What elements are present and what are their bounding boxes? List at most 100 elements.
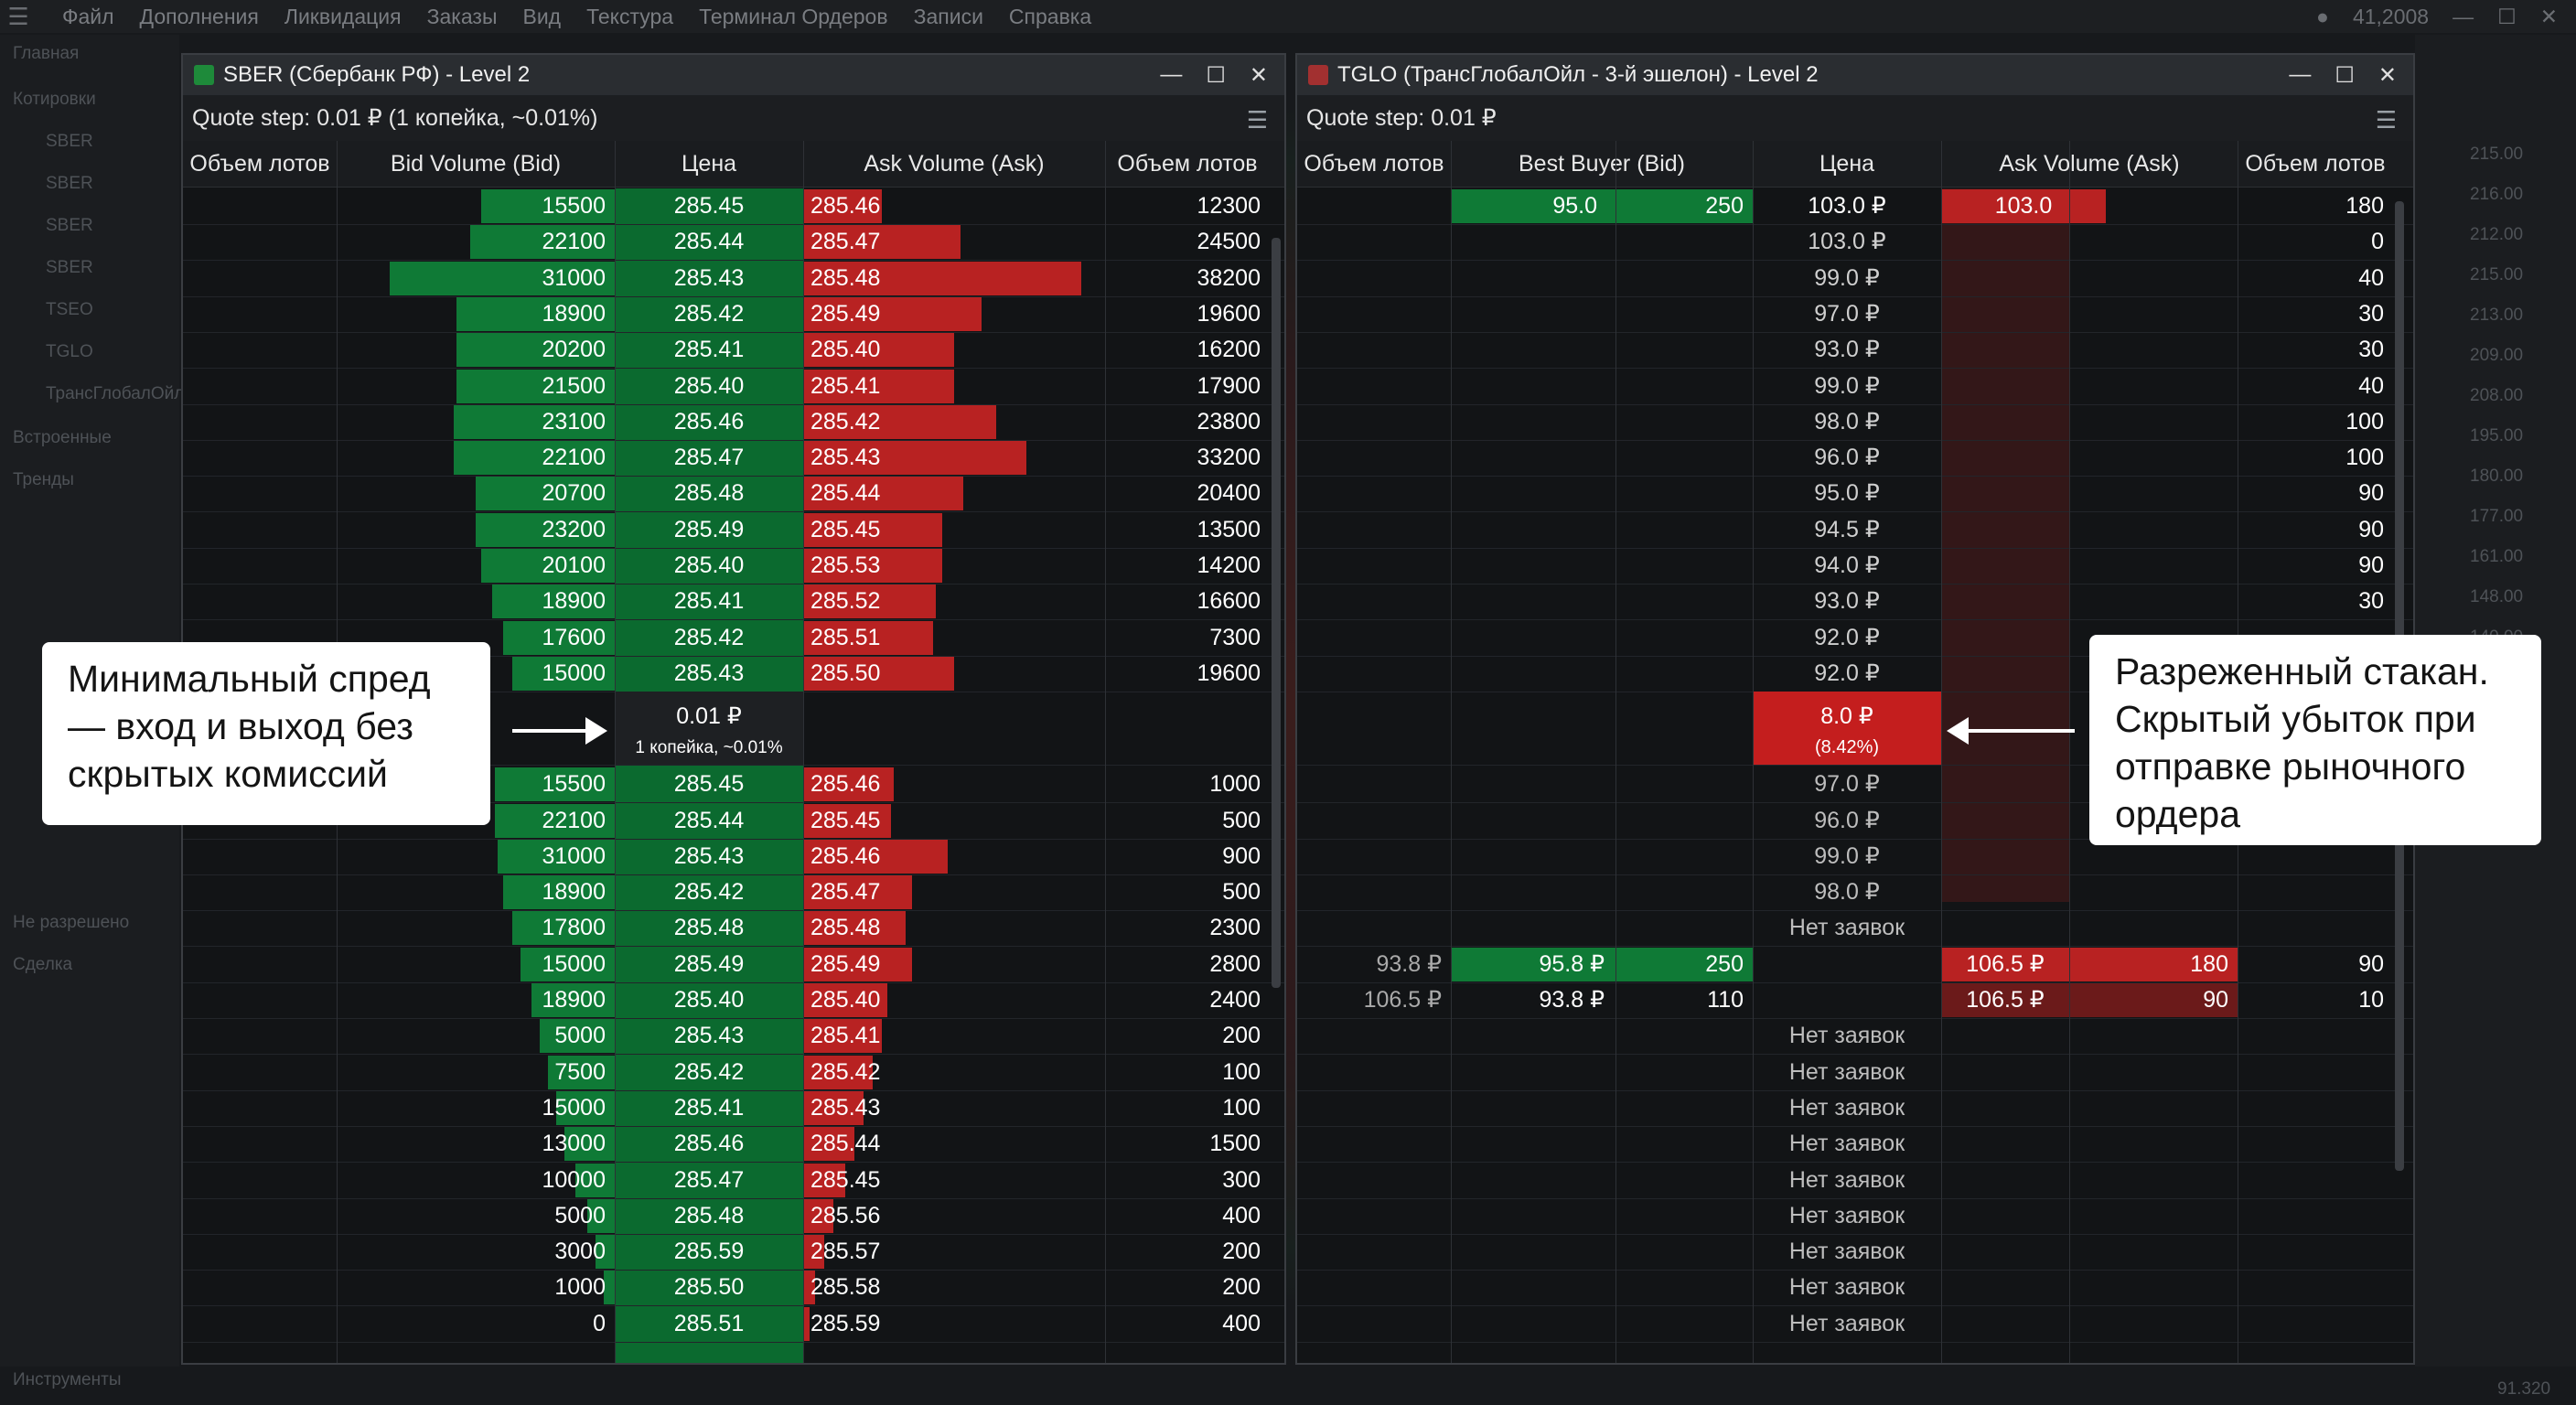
table-row[interactable]: 18900 285.41 285.52 16600 xyxy=(183,584,1284,621)
table-row[interactable]: Нет заявок xyxy=(1297,1163,2413,1199)
col-header[interactable]: Объем лотов xyxy=(183,141,337,187)
table-row[interactable]: 18900 285.42 285.47 500 xyxy=(183,874,1284,912)
table-row[interactable]: 23100 285.46 285.42 23800 xyxy=(183,404,1284,441)
window-titlebar[interactable]: TGLO (ТрансГлобалОйл - 3-й эшелон) - Lev… xyxy=(1297,55,2413,95)
menu-item-file[interactable]: Файл xyxy=(62,5,114,29)
table-row[interactable]: 95.0 250 103.0 ₽ 103.0 180 xyxy=(1297,188,2413,225)
col-header[interactable]: Объем лотов xyxy=(1297,141,1451,187)
minimize-icon[interactable]: — xyxy=(1160,62,1182,89)
window-minimize-icon[interactable]: — xyxy=(2453,5,2474,29)
hamburger-menu-icon[interactable]: ☰ xyxy=(0,3,37,31)
sidebar-item[interactable]: SBER xyxy=(46,216,93,236)
account-icon[interactable]: ● xyxy=(2316,5,2329,29)
scrollbar[interactable] xyxy=(1272,238,1281,988)
menu-item-addons[interactable]: Дополнения xyxy=(140,5,259,29)
table-row[interactable]: 93.0 ₽ 30 xyxy=(1297,584,2413,621)
col-header[interactable]: Цена xyxy=(1753,141,1941,187)
menu-item-order-terminal[interactable]: Терминал Ордеров xyxy=(699,5,887,29)
sidebar-item[interactable]: Главная xyxy=(13,44,79,64)
table-row[interactable]: 18900 285.42 285.49 19600 xyxy=(183,296,1284,333)
sidebar-tab[interactable]: Встроенные xyxy=(13,428,112,448)
menu-item-view[interactable]: Вид xyxy=(522,5,561,29)
table-row[interactable]: Нет заявок xyxy=(1297,1270,2413,1307)
table-row[interactable]: 20200 285.41 285.40 16200 xyxy=(183,332,1284,370)
table-row[interactable]: 5000 285.43 285.41 200 xyxy=(183,1018,1284,1056)
table-row[interactable]: Нет заявок xyxy=(1297,1234,2413,1271)
list-menu-icon[interactable]: ☰ xyxy=(2376,106,2397,134)
table-row[interactable]: 99.0 ₽ 40 xyxy=(1297,369,2413,405)
menu-item-liquidation[interactable]: Ликвидация xyxy=(284,5,402,29)
table-row[interactable]: 31000 285.43 285.46 900 xyxy=(183,839,1284,875)
menu-item-orders[interactable]: Заказы xyxy=(427,5,498,29)
table-row[interactable]: Нет заявок xyxy=(1297,1126,2413,1164)
table-row[interactable]: 31000 285.43 285.48 38200 xyxy=(183,261,1284,297)
col-header[interactable]: Best Buyer (Bid) xyxy=(1451,141,1753,187)
table-row[interactable]: 103.0 ₽ 0 xyxy=(1297,224,2413,262)
menu-item-help[interactable]: Справка xyxy=(1009,5,1091,29)
maximize-icon[interactable]: ☐ xyxy=(2334,62,2355,89)
table-row[interactable]: Нет заявок xyxy=(1297,1198,2413,1235)
table-row[interactable]: 17800 285.48 285.48 2300 xyxy=(183,910,1284,948)
table-row[interactable]: Нет заявок xyxy=(1297,1018,2413,1056)
close-icon[interactable]: ✕ xyxy=(1250,62,1268,89)
table-row[interactable]: 1000 285.50 285.58 200 xyxy=(183,1270,1284,1307)
sidebar-item[interactable]: TGLO xyxy=(46,342,93,362)
table-row[interactable]: 15000 285.41 285.43 100 xyxy=(183,1090,1284,1127)
table-row[interactable]: 23200 285.49 285.45 13500 xyxy=(183,512,1284,549)
sidebar-bottom-item[interactable]: Не разрешено xyxy=(13,913,129,933)
maximize-icon[interactable]: ☐ xyxy=(1206,62,1226,89)
table-row[interactable]: 18900 285.40 285.40 2400 xyxy=(183,982,1284,1019)
sidebar-bottom-item[interactable]: Инструменты xyxy=(13,1370,121,1390)
table-row[interactable]: 0 285.51 285.59 400 xyxy=(183,1306,1284,1343)
table-row[interactable]: 3000 285.59 285.57 200 xyxy=(183,1234,1284,1271)
col-header[interactable]: Объем лотов xyxy=(2238,141,2393,187)
table-row[interactable]: 20100 285.40 285.53 14200 xyxy=(183,548,1284,585)
table-row[interactable]: Нет заявок xyxy=(1297,1306,2413,1343)
table-row[interactable]: 94.0 ₽ 90 xyxy=(1297,548,2413,585)
table-row[interactable]: 20700 285.48 285.44 20400 xyxy=(183,476,1284,513)
table-row[interactable]: 97.0 ₽ 30 xyxy=(1297,296,2413,333)
table-row[interactable]: 10000 285.47 285.45 300 xyxy=(183,1163,1284,1199)
table-row[interactable]: 93.8 ₽ 95.8 ₽ 250 106.5 ₽ 180 90 xyxy=(1297,947,2413,983)
table-row[interactable]: Нет заявок xyxy=(1297,1090,2413,1127)
sidebar-item[interactable]: Котировки xyxy=(13,90,96,110)
sidebar-item[interactable]: TSEO xyxy=(46,300,93,320)
window-close-icon[interactable]: ✕ xyxy=(2540,5,2558,29)
table-row[interactable]: 99.0 ₽ 40 xyxy=(1297,261,2413,297)
table-row[interactable]: 13000 285.46 285.44 1500 xyxy=(183,1126,1284,1164)
col-header[interactable]: Bid Volume (Bid) xyxy=(337,141,615,187)
col-header[interactable]: Ask Volume (Ask) xyxy=(1941,141,2238,187)
col-header[interactable]: Объем лотов xyxy=(1105,141,1270,187)
table-row[interactable]: 21500 285.40 285.41 17900 xyxy=(183,369,1284,405)
table-row[interactable]: 7500 285.42 285.42 100 xyxy=(183,1055,1284,1091)
col-header[interactable]: Ask Volume (Ask) xyxy=(803,141,1105,187)
table-row[interactable]: 22100 285.44 285.47 24500 xyxy=(183,224,1284,262)
table-row[interactable]: 98.0 ₽ xyxy=(1297,874,2413,912)
sidebar-item[interactable]: SBER xyxy=(46,258,93,278)
col-header[interactable]: Цена xyxy=(615,141,803,187)
minimize-icon[interactable]: — xyxy=(2289,62,2311,89)
table-row[interactable]: 22100 285.47 285.43 33200 xyxy=(183,440,1284,477)
table-row[interactable]: 94.5 ₽ 90 xyxy=(1297,512,2413,549)
table-row[interactable]: Нет заявок xyxy=(1297,910,2413,948)
sidebar-item[interactable]: ТрансГлобалОйл xyxy=(46,384,184,404)
menu-item-records[interactable]: Записи xyxy=(914,5,983,29)
table-row[interactable]: Нет заявок xyxy=(1297,1055,2413,1091)
menu-item-texture[interactable]: Текстура xyxy=(586,5,673,29)
sidebar-item[interactable]: SBER xyxy=(46,174,93,194)
table-row[interactable]: 5000 285.48 285.56 400 xyxy=(183,1198,1284,1235)
table-row[interactable]: 93.0 ₽ 30 xyxy=(1297,332,2413,370)
table-row[interactable]: 96.0 ₽ 100 xyxy=(1297,440,2413,477)
sidebar-bottom-item[interactable]: Сделка xyxy=(13,955,72,975)
window-titlebar[interactable]: SBER (Сбербанк РФ) - Level 2 — ☐ ✕ xyxy=(183,55,1284,95)
list-menu-icon[interactable]: ☰ xyxy=(1247,106,1268,134)
table-row[interactable]: 15000 285.49 285.49 2800 xyxy=(183,947,1284,983)
sidebar-item[interactable]: SBER xyxy=(46,132,93,152)
sidebar-tab[interactable]: Тренды xyxy=(13,470,74,490)
table-row[interactable]: 95.0 ₽ 90 xyxy=(1297,476,2413,513)
table-row[interactable]: 15500 285.45 285.46 12300 xyxy=(183,188,1284,225)
table-row[interactable]: 98.0 ₽ 100 xyxy=(1297,404,2413,441)
table-row[interactable]: 106.5 ₽ 93.8 ₽ 110 106.5 ₽ 90 10 xyxy=(1297,982,2413,1019)
close-icon[interactable]: ✕ xyxy=(2378,62,2397,89)
window-maximize-icon[interactable]: ☐ xyxy=(2497,5,2517,29)
